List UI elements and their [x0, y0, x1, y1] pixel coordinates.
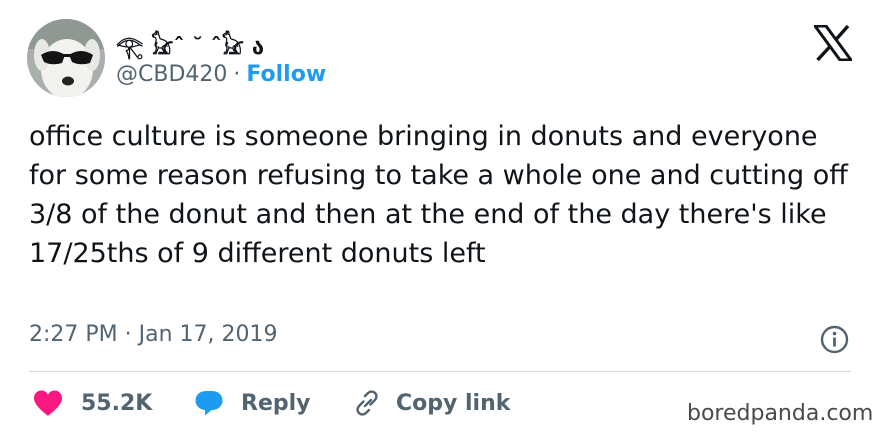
like-button[interactable]: 55.2K — [32, 388, 152, 418]
reply-button[interactable]: Reply — [194, 388, 311, 418]
separator-dot: · — [233, 62, 241, 87]
avatar[interactable] — [27, 19, 105, 97]
copy-link-label: Copy link — [396, 390, 511, 416]
heart-icon — [34, 390, 62, 416]
x-logo-icon[interactable] — [814, 25, 852, 61]
divider — [29, 371, 851, 372]
info-icon[interactable] — [820, 325, 849, 354]
watermark: boredpanda.com — [687, 401, 874, 426]
like-count: 55.2K — [81, 390, 153, 416]
dog-avatar-image — [27, 19, 105, 97]
user-handle[interactable]: @CBD420 — [116, 62, 227, 87]
speech-bubble-icon — [195, 391, 223, 416]
tweet-timestamp[interactable]: 2:27 PM · Jan 17, 2019 — [29, 322, 278, 347]
handle-row: @CBD420 · Follow — [116, 60, 326, 90]
display-name[interactable]: 𓂀 𓃠ˆ ˘ ˆ𓃠 ა — [116, 26, 264, 62]
link-icon — [356, 390, 378, 416]
tweet-text: office culture is someone bringing in do… — [29, 121, 848, 269]
reply-label: Reply — [241, 390, 311, 416]
follow-button[interactable]: Follow — [246, 62, 326, 87]
copy-link-button[interactable]: Copy link — [352, 388, 510, 418]
tweet-card: 𓂀 𓃠ˆ ˘ ˆ𓃠 ა @CBD420 · Follow office cultur… — [0, 0, 880, 437]
